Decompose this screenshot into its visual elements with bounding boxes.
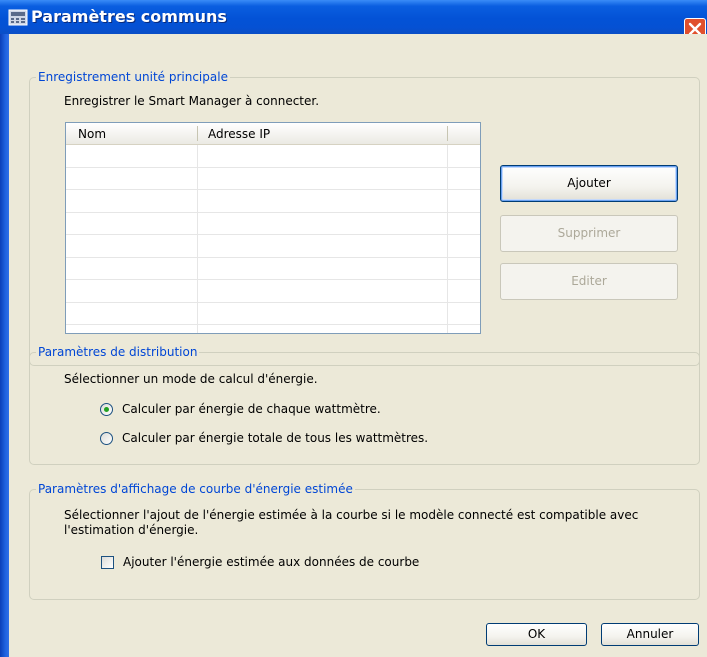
radio-selected-dot xyxy=(104,407,109,412)
grid-line xyxy=(66,167,480,168)
grid-line xyxy=(66,212,480,213)
column-header-ip[interactable]: Adresse IP xyxy=(208,127,270,141)
radio-label-each-meter[interactable]: Calculer par énergie de chaque wattmètre… xyxy=(122,402,381,416)
radio-total-meters[interactable] xyxy=(100,432,113,445)
ok-button[interactable]: OK xyxy=(486,623,587,646)
dialog-window: Paramètres communs Enregistrement unité … xyxy=(0,0,707,657)
delete-button[interactable]: Supprimer xyxy=(500,215,678,252)
grid-line xyxy=(66,302,480,303)
distribution-instruction: Sélectionner un mode de calcul d'énergie… xyxy=(64,372,318,386)
grid-line xyxy=(66,324,480,325)
grid-line xyxy=(66,257,480,258)
radio-each-meter[interactable] xyxy=(100,403,113,416)
manager-list[interactable]: Nom Adresse IP xyxy=(65,122,481,334)
column-divider[interactable] xyxy=(197,126,198,141)
grid-line xyxy=(66,189,480,190)
column-header-name[interactable]: Nom xyxy=(78,127,106,141)
distribution-legend: Paramètres de distribution xyxy=(38,345,198,359)
estimated-energy-checkbox[interactable] xyxy=(101,556,114,569)
grid-line xyxy=(447,145,448,333)
registration-instruction: Enregistrer le Smart Manager à connecter… xyxy=(64,94,320,108)
dialog-client-area: Enregistrement unité principale Enregist… xyxy=(9,34,707,657)
curve-group: Paramètres d'affichage de courbe d'énerg… xyxy=(29,482,700,600)
radio-label-total-meters[interactable]: Calculer par énergie totale de tous les … xyxy=(122,431,428,445)
cancel-button[interactable]: Annuler xyxy=(601,623,699,646)
title-bar[interactable]: Paramètres communs xyxy=(0,0,707,34)
calculator-icon xyxy=(8,9,28,26)
curve-instruction-line1: Sélectionner l'ajout de l'énergie estimé… xyxy=(64,508,639,522)
window-frame xyxy=(0,34,9,657)
registration-legend: Enregistrement unité principale xyxy=(38,70,228,84)
window-title: Paramètres communs xyxy=(31,7,227,26)
curve-legend: Paramètres d'affichage de courbe d'énerg… xyxy=(38,482,353,496)
grid-line xyxy=(66,234,480,235)
column-divider[interactable] xyxy=(447,126,448,141)
grid-line xyxy=(66,279,480,280)
list-header: Nom Adresse IP xyxy=(66,123,480,145)
add-button[interactable]: Ajouter xyxy=(500,165,678,202)
curve-instruction-line2: l'estimation d'énergie. xyxy=(64,523,199,537)
edit-button[interactable]: Editer xyxy=(500,263,678,300)
estimated-energy-checkbox-label[interactable]: Ajouter l'énergie estimée aux données de… xyxy=(123,555,419,569)
grid-line xyxy=(197,145,198,333)
